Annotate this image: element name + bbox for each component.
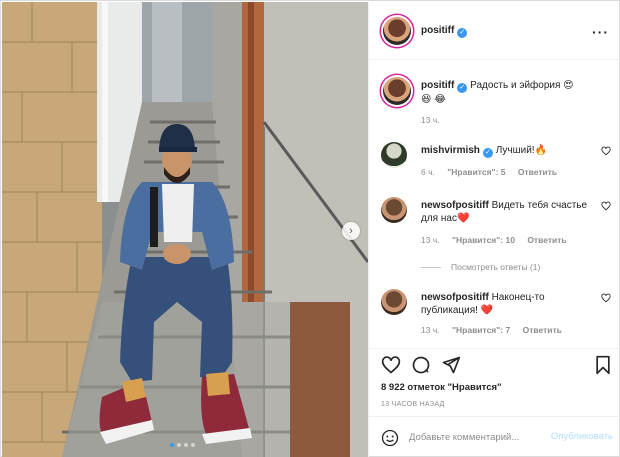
like-comment-heart-icon[interactable] [601, 146, 611, 156]
comment-row: newsofpositiff Видеть тебя счастье для н… [381, 195, 611, 250]
comment-text: Лучший! [495, 145, 535, 156]
reply-button[interactable]: Ответить [523, 325, 562, 335]
comment-avatar[interactable] [381, 289, 407, 315]
comment-avatar[interactable] [381, 197, 407, 223]
comment-time[interactable]: 13 ч. [421, 325, 440, 335]
post-sidebar: positiff ✓ ··· positiff ✓ Радость и эйфори… [368, 2, 620, 457]
comment-username[interactable]: newsofpositiff [421, 292, 489, 303]
emoji-fire: 🔥 [534, 145, 548, 156]
publish-button[interactable]: Опубликовать [551, 431, 613, 442]
comment-meta: 6 ч. "Нравится": 5 Ответить [421, 167, 567, 177]
view-replies-label: Посмотреть ответы (1) [451, 262, 541, 272]
emoji-red-heart: ❤️ [480, 305, 494, 316]
caption-meta: 13 ч. [421, 115, 450, 125]
verified-badge-icon: ✓ [482, 148, 493, 158]
comment-text-block: newsofpositiff Наконец-то публикация! ❤️ [421, 291, 589, 317]
author-avatar[interactable] [383, 17, 411, 45]
comment-meta: 13 ч. "Нравится": 7 Ответить [421, 325, 572, 335]
reply-button[interactable]: Ответить [518, 167, 557, 177]
likes-count[interactable]: 8 922 отметок "Нравится" [381, 382, 502, 393]
comment-row: newsofpositiff Наконец-то публикация! ❤️… [381, 287, 611, 342]
comment-bubble-icon[interactable] [411, 355, 431, 375]
post-photo[interactable]: › [2, 2, 368, 457]
comment-text-block: newsofpositiff Видеть тебя счастье для н… [421, 199, 589, 225]
emoji-picker-icon[interactable] [381, 429, 399, 447]
post-actions: 8 922 отметок "Нравится" 13 ЧАСОВ НАЗАД [369, 348, 620, 416]
verified-badge-icon: ✓ [457, 83, 468, 93]
posted-time[interactable]: 13 ЧАСОВ НАЗАД [381, 401, 445, 408]
instagram-post-modal: › positiff ✓ ··· positiff ✓ Радость и эйфо… [0, 0, 620, 457]
share-paper-plane-icon[interactable] [441, 355, 461, 375]
comment-time[interactable]: 13 ч. [421, 235, 440, 245]
reply-button[interactable]: Ответить [527, 235, 566, 245]
emoji-laughing: 😆 [421, 94, 432, 105]
like-heart-icon[interactable] [381, 355, 401, 375]
comment-text-block: mishvirmish ✓ Лучший!🔥 [421, 144, 589, 158]
comment-time[interactable]: 6 ч. [421, 167, 435, 177]
view-replies-button[interactable]: Посмотреть ответы (1) [421, 262, 540, 272]
save-bookmark-icon[interactable] [593, 355, 613, 375]
caption-username[interactable]: positiff [421, 80, 454, 91]
emoji-heart-eyes: 😍 [563, 80, 574, 91]
author-username[interactable]: positiff [421, 25, 454, 36]
comment-username[interactable]: newsofpositiff [421, 200, 489, 211]
emoji-joy: 😂 [434, 94, 446, 105]
like-comment-heart-icon[interactable] [601, 293, 611, 303]
post-header: positiff ✓ ··· [369, 2, 620, 60]
carousel-dot [184, 443, 188, 447]
caption-avatar[interactable] [383, 77, 411, 105]
carousel-dot [177, 443, 181, 447]
carousel-dot [170, 443, 174, 447]
caption-time[interactable]: 13 ч. [421, 115, 440, 125]
emoji-red-heart: ❤️ [456, 213, 470, 224]
caption-row: positiff ✓ Радость и эйфория 😍 😆 😂 13 ч. [381, 75, 611, 135]
comment-username[interactable]: mishvirmish [421, 145, 480, 156]
verified-badge-icon: ✓ [457, 28, 468, 38]
more-options-icon[interactable]: ··· [592, 24, 609, 40]
comment-likes[interactable]: "Нравится": 7 [452, 325, 510, 335]
add-comment-input[interactable] [409, 427, 539, 447]
caption-text: Радость и эйфория [470, 80, 561, 91]
comment-avatar[interactable] [381, 142, 407, 168]
comment-likes[interactable]: "Нравится": 10 [452, 235, 515, 245]
comment-row: mishvirmish ✓ Лучший!🔥 6 ч. "Нравится": 5… [381, 140, 611, 180]
comment-composer: Опубликовать [369, 416, 620, 457]
carousel-dot [191, 443, 195, 447]
comment-likes[interactable]: "Нравится": 5 [447, 167, 505, 177]
comments-list: positiff ✓ Радость и эйфория 😍 😆 😂 13 ч. … [369, 60, 620, 348]
photo-illustration [2, 2, 368, 457]
carousel-next-icon[interactable]: › [342, 222, 360, 240]
like-comment-heart-icon[interactable] [601, 201, 611, 211]
caption-text-block: positiff ✓ Радость и эйфория 😍 😆 😂 [421, 79, 589, 106]
replies-divider [421, 266, 441, 268]
comment-meta: 13 ч. "Нравится": 10 Ответить [421, 235, 577, 245]
carousel-indicator [170, 443, 195, 447]
